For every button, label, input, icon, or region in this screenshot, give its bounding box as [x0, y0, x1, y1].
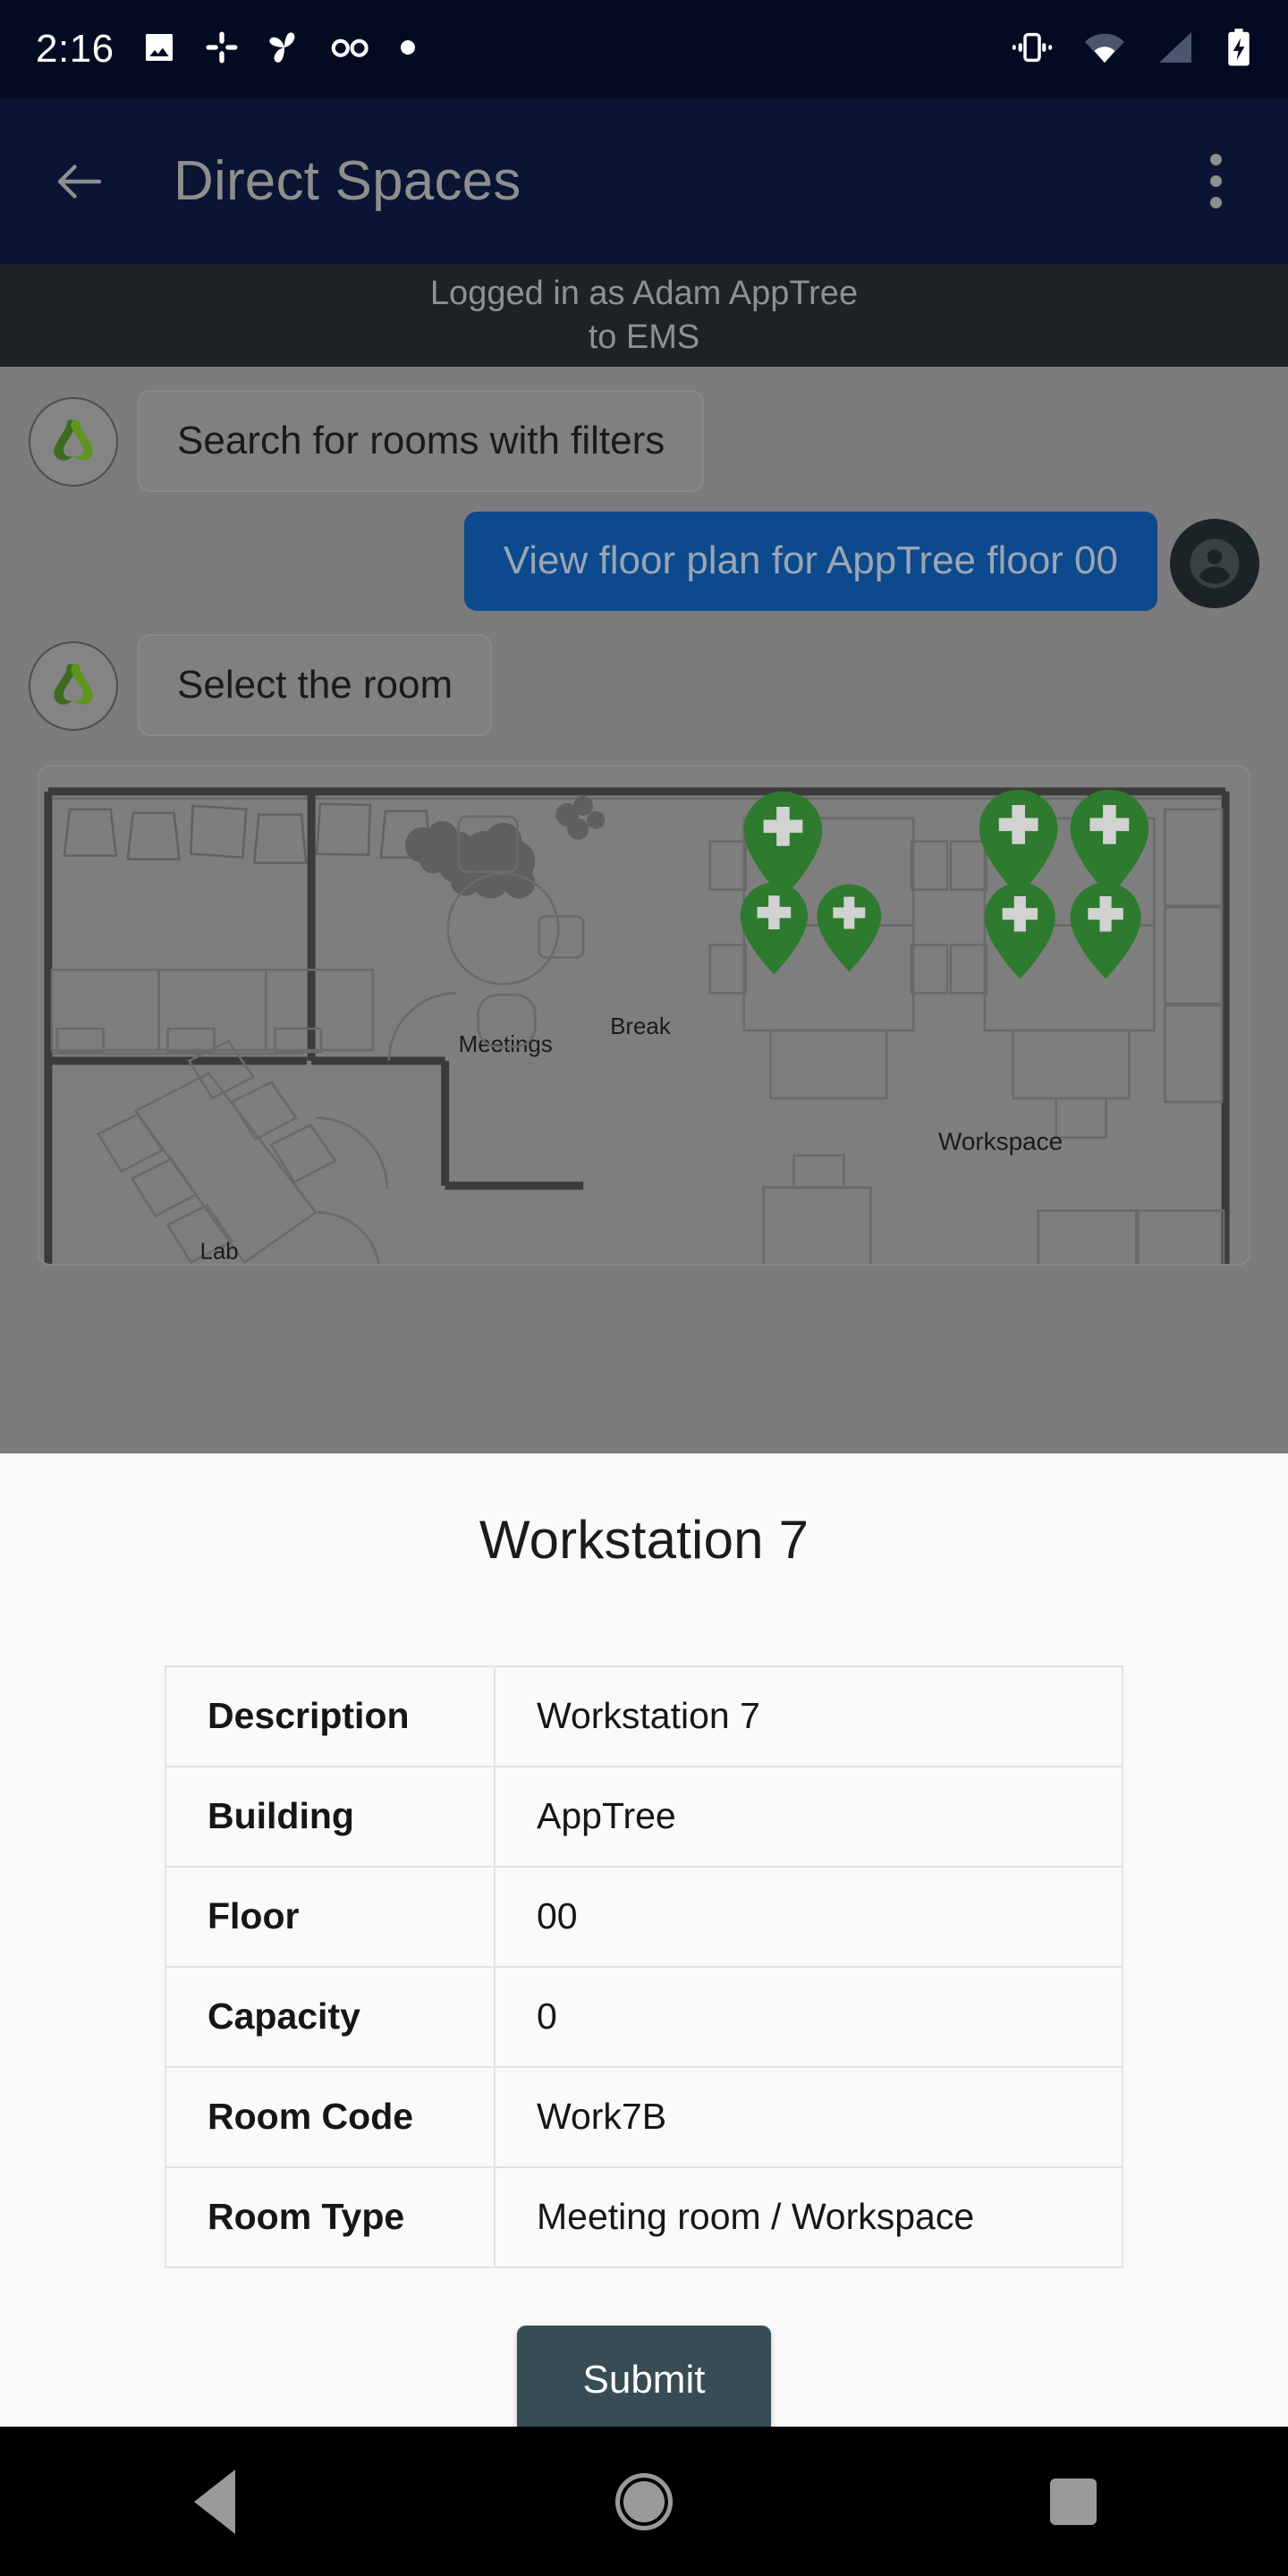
detail-label: Capacity — [165, 1966, 496, 2068]
detail-value: 00 — [494, 1866, 1123, 1968]
detail-value: 0 — [494, 1966, 1123, 2068]
android-navigation-bar — [0, 2427, 1288, 2576]
room-details-sheet: Workstation 7 Description Workstation 7 … — [0, 1453, 1288, 2435]
more-vertical-icon[interactable] — [1194, 145, 1238, 217]
status-bar: 2:16 — [0, 0, 1288, 98]
pinwheel-icon — [267, 30, 302, 70]
detail-label: Floor — [165, 1866, 496, 1968]
detail-value: Workstation 7 — [494, 1665, 1123, 1767]
detail-value: Work7B — [494, 2066, 1123, 2168]
back-button[interactable] — [50, 152, 109, 211]
table-row: Building AppTree — [165, 1766, 1123, 1868]
app-bar: Direct Spaces — [0, 98, 1288, 264]
detail-label: Room Type — [165, 2166, 496, 2268]
login-banner-line2: to EMS — [588, 318, 700, 356]
submit-button-row: Submit — [0, 2326, 1288, 2435]
table-row: Capacity 0 — [165, 1966, 1123, 2068]
photo-icon — [141, 30, 177, 70]
table-row: Description Workstation 7 — [165, 1665, 1123, 1767]
login-status-banner: Logged in as Adam AppTree to EMS — [0, 264, 1288, 367]
table-row: Floor 00 — [165, 1866, 1123, 1968]
sheet-title: Workstation 7 — [479, 1510, 809, 1570]
detail-label: Building — [165, 1766, 496, 1868]
voicemail-icon — [329, 30, 372, 70]
modal-scrim[interactable] — [0, 367, 1288, 1453]
battery-charging-icon — [1225, 28, 1252, 72]
table-row: Room Code Work7B — [165, 2066, 1123, 2168]
detail-label: Room Code — [165, 2066, 496, 2168]
wifi-icon — [1084, 30, 1125, 69]
login-banner-line1: Logged in as Adam AppTree — [429, 274, 859, 312]
slack-icon — [204, 30, 240, 70]
app-root: 2:16 Direct Spaces Logged in as Adam App… — [0, 0, 1288, 2576]
dot-icon — [399, 38, 417, 61]
nav-recents-square-icon[interactable] — [984, 2427, 1163, 2576]
detail-value: Meeting room / Workspace — [494, 2166, 1123, 2268]
status-bar-clock: 2:16 — [36, 27, 114, 71]
vibrate-icon — [1011, 30, 1054, 70]
detail-value: AppTree — [494, 1766, 1123, 1868]
submit-button[interactable]: Submit — [516, 2326, 772, 2435]
status-bar-left: 2:16 — [36, 30, 417, 70]
nav-back-triangle-icon[interactable] — [125, 2427, 304, 2576]
page-title: Direct Spaces — [174, 150, 521, 212]
nav-home-circle-icon[interactable] — [555, 2427, 733, 2576]
detail-label: Description — [165, 1665, 496, 1767]
room-details-table: Description Workstation 7 Building AppTr… — [165, 1665, 1123, 2268]
status-bar-right — [1011, 28, 1252, 72]
cellular-signal-icon — [1156, 30, 1195, 69]
table-row: Room Type Meeting room / Workspace — [165, 2166, 1123, 2268]
